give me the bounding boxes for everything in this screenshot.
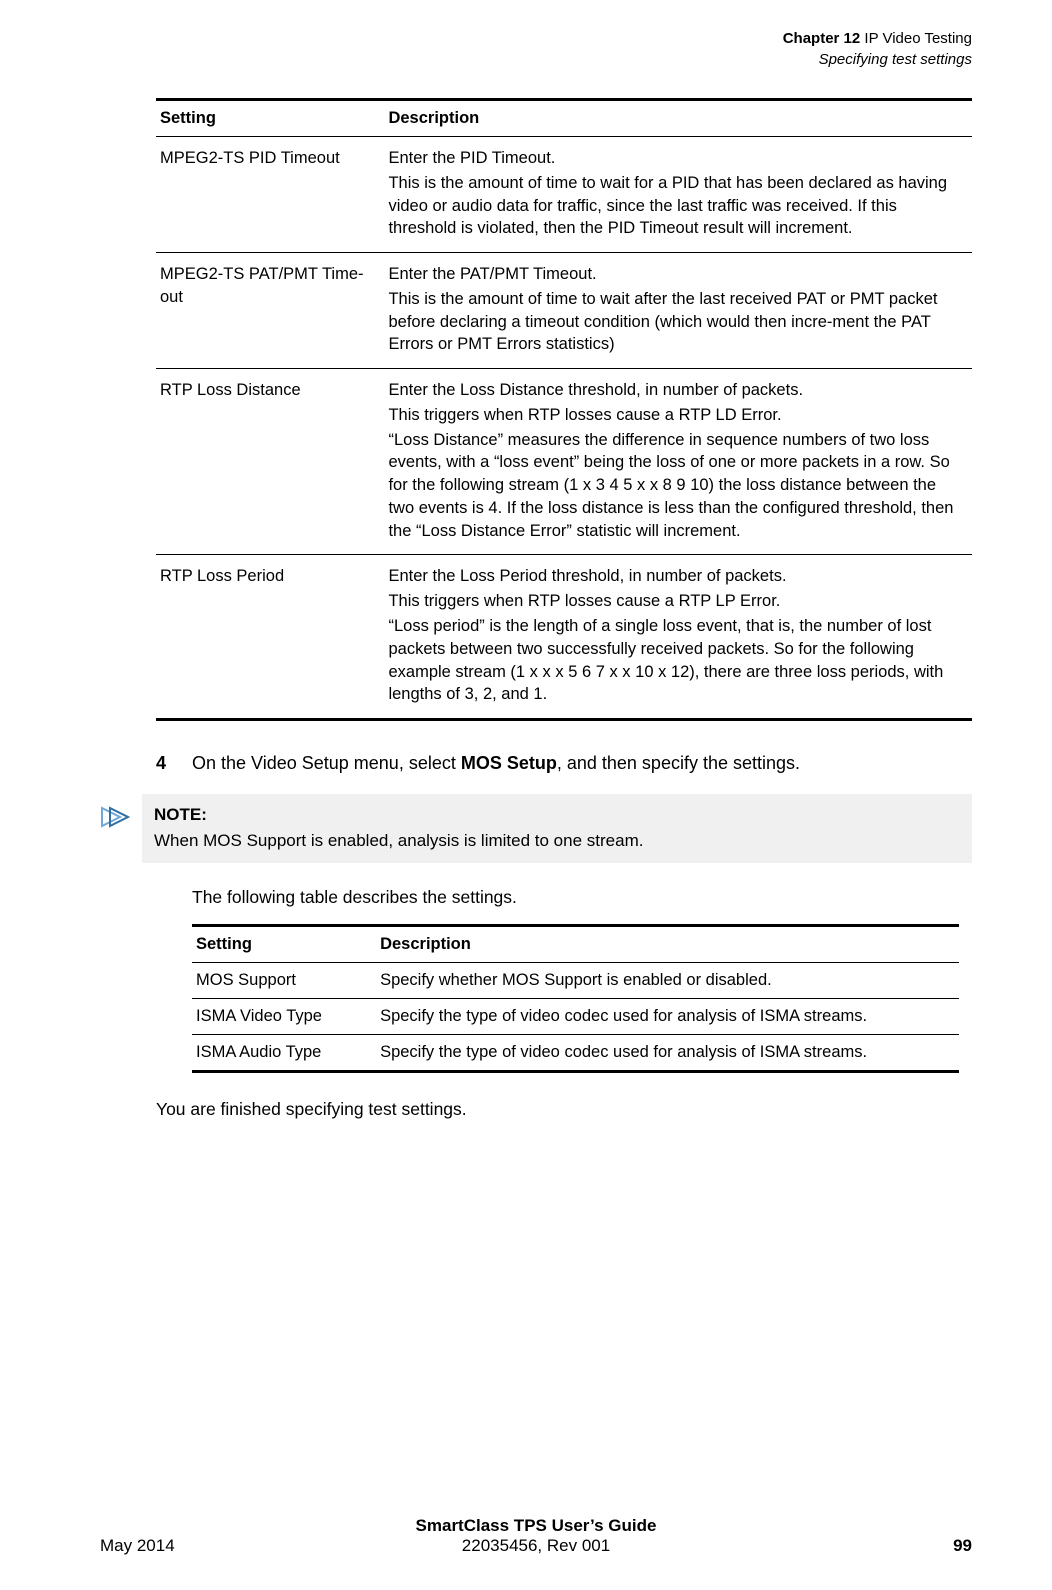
chapter-number: Chapter 12 bbox=[783, 30, 861, 47]
t1-r0-setting: MPEG2-TS PID Timeout bbox=[156, 137, 384, 253]
t1-r1-desc: Enter the PAT/PMT Timeout. This is the a… bbox=[384, 253, 972, 369]
t1-r2-p2: This triggers when RTP losses cause a RT… bbox=[388, 404, 962, 427]
t1-r3-p2: This triggers when RTP losses cause a RT… bbox=[388, 590, 962, 613]
t1-header-setting: Setting bbox=[156, 100, 384, 137]
step-text-after: , and then specify the settings. bbox=[557, 753, 800, 773]
chapter-title: IP Video Testing bbox=[864, 30, 972, 47]
t2-r2-setting: ISMA Audio Type bbox=[192, 1034, 376, 1071]
note-label: NOTE: bbox=[154, 802, 960, 828]
note-text: When MOS Support is enabled, analysis is… bbox=[154, 831, 643, 850]
page-header: Chapter 12 IP Video Testing Specifying t… bbox=[100, 28, 972, 70]
note-arrow-icon bbox=[100, 794, 142, 835]
t1-r1-setting: MPEG2-TS PAT/PMT Time-out bbox=[156, 253, 384, 369]
t1-r2-desc: Enter the Loss Distance threshold, in nu… bbox=[384, 369, 972, 555]
t1-r2-p3: “Loss Distance” measures the difference … bbox=[388, 429, 962, 543]
t1-r0-desc: Enter the PID Timeout. This is the amoun… bbox=[384, 137, 972, 253]
t1-r3-setting: RTP Loss Period bbox=[156, 555, 384, 720]
closing-text: You are finished specifying test setting… bbox=[156, 1097, 972, 1122]
step-text: On the Video Setup menu, select MOS Setu… bbox=[192, 751, 800, 776]
t1-r0-p2: This is the amount of time to wait for a… bbox=[388, 172, 962, 240]
t1-r1-p2: This is the amount of time to wait after… bbox=[388, 288, 962, 356]
settings-table-2: Setting Description MOS Support Specify … bbox=[192, 924, 959, 1073]
t1-header-description: Description bbox=[384, 100, 972, 137]
t2-r1-setting: ISMA Video Type bbox=[192, 998, 376, 1034]
page-footer: May 2014 SmartClass TPS User’s Guide 220… bbox=[0, 1516, 1052, 1556]
t2-r0-setting: MOS Support bbox=[192, 962, 376, 998]
step-text-bold: MOS Setup bbox=[461, 753, 557, 773]
t1-r3-p1: Enter the Loss Period threshold, in numb… bbox=[388, 565, 962, 588]
t1-r2-p1: Enter the Loss Distance threshold, in nu… bbox=[388, 379, 962, 402]
footer-docnum: 22035456, Rev 001 bbox=[462, 1536, 610, 1555]
t2-r2-desc: Specify the type of video codec used for… bbox=[376, 1034, 959, 1071]
t2-header-description: Description bbox=[376, 925, 959, 962]
table-row: RTP Loss Distance Enter the Loss Distanc… bbox=[156, 369, 972, 555]
table-row: RTP Loss Period Enter the Loss Period th… bbox=[156, 555, 972, 720]
t1-r3-p3: “Loss period” is the length of a single … bbox=[388, 615, 962, 706]
t1-r1-p1: Enter the PAT/PMT Timeout. bbox=[388, 263, 962, 286]
table-row: ISMA Video Type Specify the type of vide… bbox=[192, 998, 959, 1034]
t2-r1-desc: Specify the type of video codec used for… bbox=[376, 998, 959, 1034]
footer-guide: SmartClass TPS User’s Guide bbox=[318, 1516, 754, 1536]
footer-page-number: 99 bbox=[754, 1536, 972, 1556]
t2-header-setting: Setting bbox=[192, 925, 376, 962]
settings-table-1: Setting Description MPEG2-TS PID Timeout… bbox=[156, 98, 972, 721]
table-row: MPEG2-TS PID Timeout Enter the PID Timeo… bbox=[156, 137, 972, 253]
step-4: 4 On the Video Setup menu, select MOS Se… bbox=[156, 751, 972, 776]
step-number: 4 bbox=[156, 751, 192, 776]
step-text-before: On the Video Setup menu, select bbox=[192, 753, 461, 773]
t2-r0-desc: Specify whether MOS Support is enabled o… bbox=[376, 962, 959, 998]
table-row: MPEG2-TS PAT/PMT Time-out Enter the PAT/… bbox=[156, 253, 972, 369]
t1-r3-desc: Enter the Loss Period threshold, in numb… bbox=[384, 555, 972, 720]
table2-intro: The following table describes the settin… bbox=[192, 885, 972, 910]
section-title: Specifying test settings bbox=[100, 49, 972, 70]
t1-r0-p1: Enter the PID Timeout. bbox=[388, 147, 962, 170]
table-row: ISMA Audio Type Specify the type of vide… bbox=[192, 1034, 959, 1071]
note-block: NOTE: When MOS Support is enabled, analy… bbox=[100, 794, 972, 863]
t1-r2-setting: RTP Loss Distance bbox=[156, 369, 384, 555]
footer-date: May 2014 bbox=[100, 1536, 318, 1556]
table-row: MOS Support Specify whether MOS Support … bbox=[192, 962, 959, 998]
